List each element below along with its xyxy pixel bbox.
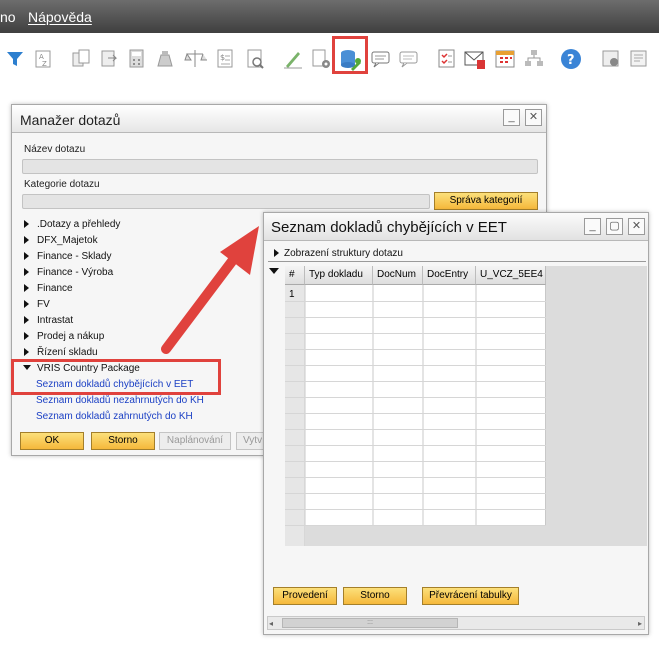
column-header[interactable]: DocEntry (423, 266, 476, 285)
column-header[interactable]: Typ dokladu (305, 266, 373, 285)
grid-lines (285, 285, 546, 546)
structure-toggle[interactable]: Zobrazení struktury dotazu (274, 248, 403, 259)
maximize-button[interactable]: ▢ (606, 218, 623, 235)
result-titlebar: Seznam dokladů chybějících v EET _ ▢ ✕ (264, 213, 648, 241)
collapse-arrow-icon[interactable] (269, 268, 279, 274)
column-header[interactable]: # (285, 266, 305, 285)
transpose-table-button[interactable]: Převrácení tabulky (422, 587, 519, 605)
result-grid: # Typ dokladu DocNum DocEntry U_VCZ_5EE4… (285, 266, 546, 546)
minimize-button[interactable]: _ (584, 218, 601, 235)
row-number: 1 (289, 289, 295, 300)
horizontal-scrollbar[interactable]: ◂ ::: ▸ (267, 616, 645, 630)
scroll-left-icon[interactable]: ◂ (269, 619, 273, 628)
expand-arrow-icon (274, 249, 279, 257)
divider (268, 261, 646, 262)
column-header[interactable]: DocNum (373, 266, 423, 285)
scrollbar-thumb[interactable]: ::: (282, 618, 458, 628)
column-header[interactable]: U_VCZ_5EE4 (476, 266, 546, 285)
close-button[interactable]: ✕ (628, 218, 645, 235)
scroll-right-icon[interactable]: ▸ (638, 619, 642, 628)
result-title: Seznam dokladů chybějících v EET (271, 219, 507, 236)
execute-button[interactable]: Provedení (273, 587, 337, 605)
cancel-button[interactable]: Storno (343, 587, 407, 605)
